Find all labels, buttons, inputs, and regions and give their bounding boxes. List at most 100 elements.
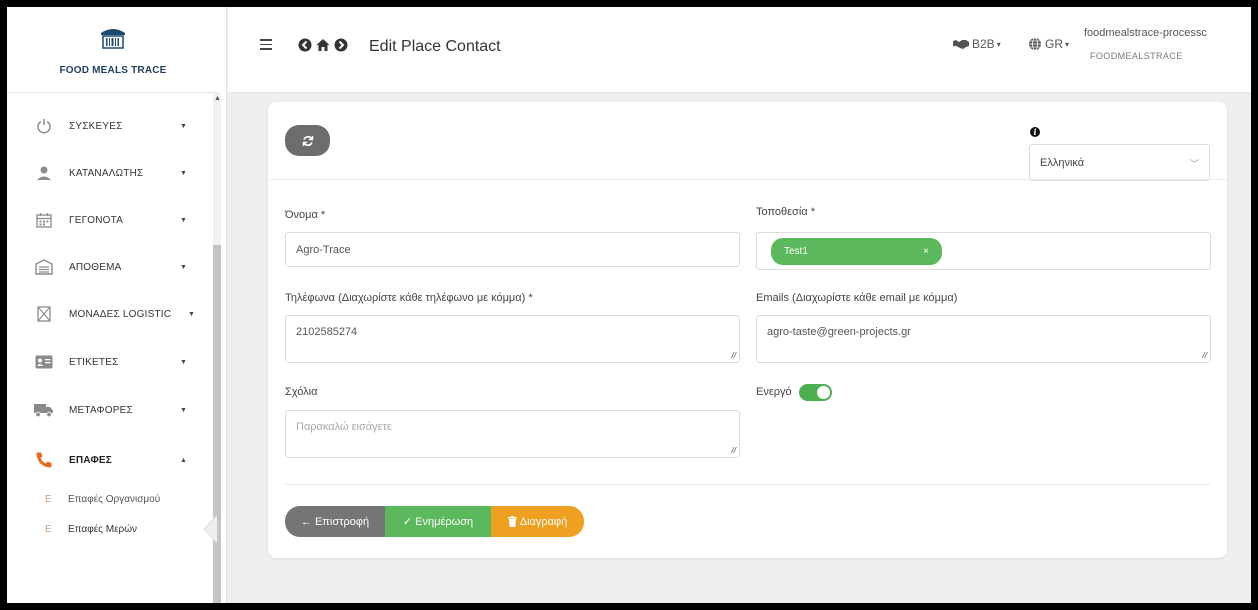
sidebar-item-contacts[interactable]: ΕΠΑΦΕΣ ▲	[7, 445, 207, 475]
resize-handle-icon[interactable]: //	[1203, 351, 1207, 360]
phone-icon	[34, 450, 54, 470]
menu-toggle-icon[interactable]	[260, 39, 272, 51]
warehouse-icon	[34, 257, 54, 277]
user-name[interactable]: foodmealstrace-processc	[1084, 27, 1251, 39]
info-icon[interactable]: i	[1030, 127, 1040, 137]
location-multiselect[interactable]: Test1 ×	[756, 232, 1211, 270]
sidebar-subitem-party-contacts[interactable]: E Επαφές Μερών	[7, 524, 207, 542]
sidebar-item-consumer[interactable]: ΚΑΤΑΝΑΛΩΤΗΣ ▼	[7, 158, 207, 188]
name-label: Όνομα *	[285, 209, 326, 221]
comments-field[interactable]: Παρακαλώ εισάγετε //	[285, 410, 740, 458]
sidebar-item-events[interactable]: ΓΕΓΟΝΟΤΑ ▼	[7, 205, 207, 235]
content-language-select[interactable]: Ελληνικά ﹀	[1029, 144, 1210, 181]
back-button[interactable]: ← Επιστροφή	[285, 506, 385, 537]
forward-arrow-icon[interactable]	[334, 38, 348, 52]
chevron-down-icon: ▼	[180, 122, 187, 130]
truck-icon	[34, 400, 54, 420]
active-indicator-notch	[203, 515, 217, 543]
action-buttons: ← Επιστροφή ✓ Ενημέρωση Διαγραφή	[285, 506, 584, 537]
location-tag: Test1 ×	[771, 238, 942, 265]
sidebar-item-logistic-units[interactable]: ΜΟΝΑΔΕΣ LOGISTIC ▼	[7, 299, 207, 329]
active-toggle[interactable]	[799, 384, 832, 401]
chevron-up-icon: ▲	[180, 456, 187, 464]
calendar-icon	[34, 210, 54, 230]
divider	[268, 179, 1227, 180]
comments-label: Σχόλια	[285, 386, 318, 398]
caret-down-icon: ▾	[1065, 39, 1070, 49]
sidebar: FOOD MEALS TRACE ▲ ΣΥΣΚΕΥΕΣ ▼ ΚΑΤΑΝΑΛΩΤΗ…	[7, 7, 227, 603]
trash-icon	[507, 516, 517, 527]
emails-field[interactable]: agro-taste@green-projects.gr //	[756, 315, 1211, 363]
resize-handle-icon[interactable]: //	[732, 351, 736, 360]
sidebar-item-label: ΜΟΝΑΔΕΣ LOGISTIC	[69, 308, 172, 320]
language-dropdown[interactable]: GR ▾	[1028, 37, 1069, 51]
comments-placeholder: Παρακαλώ εισάγετε	[296, 421, 392, 433]
delete-label: Διαγραφή	[519, 515, 568, 528]
globe-icon	[1029, 37, 1041, 51]
power-icon	[34, 116, 54, 136]
logo-icon	[101, 29, 125, 49]
user-organization: FOODMEALSTRACE	[1090, 51, 1183, 61]
active-label: Ενεργό	[756, 386, 792, 398]
chevron-down-icon: ﹀	[1189, 159, 1199, 169]
scroll-up-arrow-icon[interactable]: ▲	[214, 95, 221, 102]
sidebar-item-label: ΕΤΙΚΕΤΕΣ	[69, 356, 119, 368]
caret-down-icon: ▾	[996, 39, 1001, 49]
sidebar-item-label: ΑΠΟΘΕΜΑ	[69, 261, 122, 273]
subitem-label: Επαφές Μερών	[68, 524, 138, 535]
chevron-down-icon: ▼	[180, 406, 187, 414]
emails-label: Emails (Διαχωρίστε κάθε email με κόμμα)	[756, 292, 958, 304]
update-button[interactable]: ✓ Ενημέρωση	[385, 506, 491, 537]
id-card-icon	[34, 352, 54, 372]
refresh-icon	[302, 135, 313, 146]
content-language-value: Ελληνικά	[1040, 157, 1085, 169]
divider	[285, 484, 1210, 485]
remove-tag-icon[interactable]: ×	[923, 246, 929, 257]
resize-handle-icon[interactable]: //	[732, 446, 736, 455]
phones-label: Τηλέφωνα (Διαχωρίστε κάθε τηλέφωνο με κό…	[285, 292, 533, 304]
name-field[interactable]: Agro-Trace	[285, 232, 740, 267]
b2b-label: B2B	[972, 37, 995, 51]
delete-button[interactable]: Διαγραφή	[491, 506, 584, 537]
logo-text: FOOD MEALS TRACE	[59, 65, 167, 76]
phones-field[interactable]: 2102585274 //	[285, 315, 740, 363]
location-tag-label: Test1	[784, 246, 808, 257]
chevron-down-icon: ▼	[180, 169, 187, 177]
user-icon	[34, 163, 54, 183]
sidebar-item-devices[interactable]: ΣΥΣΚΕΥΕΣ ▼	[7, 111, 207, 141]
page-title: Edit Place Contact	[369, 38, 501, 55]
subitem-marker: E	[45, 524, 52, 535]
b2b-dropdown[interactable]: B2B ▾	[953, 37, 1001, 51]
subitem-label: Επαφές Οργανισμού	[68, 494, 161, 505]
sidebar-item-stock[interactable]: ΑΠΟΘΕΜΑ ▼	[7, 252, 207, 282]
location-label: Τοποθεσία *	[756, 206, 815, 218]
toggle-knob	[817, 386, 830, 399]
chevron-down-icon: ▼	[180, 216, 187, 224]
sidebar-item-label: ΚΑΤΑΝΑΛΩΤΗΣ	[69, 167, 144, 179]
sidebar-scroll-thumb[interactable]	[213, 245, 221, 603]
handshake-icon	[953, 40, 969, 49]
emails-value: agro-taste@green-projects.gr	[767, 326, 911, 338]
home-icon[interactable]	[316, 38, 330, 52]
sidebar-item-label: ΜΕΤΑΦΟΡΕΣ	[69, 404, 133, 416]
chevron-down-icon: ▼	[180, 263, 187, 271]
back-arrow-icon[interactable]	[298, 38, 312, 52]
box-icon	[34, 304, 54, 324]
sidebar-item-label: ΕΠΑΦΕΣ	[69, 454, 112, 466]
subitem-marker: E	[45, 494, 52, 505]
logo[interactable]: FOOD MEALS TRACE	[7, 7, 219, 93]
edit-contact-card: i Ελληνικά ﹀ Όνομα * Agro-Trace Τοποθεσί…	[268, 102, 1227, 558]
name-value: Agro-Trace	[296, 243, 351, 256]
chevron-down-icon: ▼	[188, 310, 195, 318]
sidebar-item-transports[interactable]: ΜΕΤΑΦΟΡΕΣ ▼	[7, 395, 207, 425]
language-label: GR	[1045, 37, 1063, 51]
app-window: FOOD MEALS TRACE ▲ ΣΥΣΚΕΥΕΣ ▼ ΚΑΤΑΝΑΛΩΤΗ…	[7, 7, 1251, 603]
sidebar-item-labels[interactable]: ΕΤΙΚΕΤΕΣ ▼	[7, 347, 207, 377]
sidebar-item-label: ΓΕΓΟΝΟΤΑ	[69, 214, 124, 226]
phones-value: 2102585274	[296, 326, 358, 338]
refresh-button[interactable]	[285, 125, 330, 156]
chevron-down-icon: ▼	[180, 358, 187, 366]
sidebar-subitem-org-contacts[interactable]: E Επαφές Οργανισμού	[7, 494, 207, 512]
top-bar: Edit Place Contact B2B ▾ GR ▾ foodmealst…	[228, 7, 1251, 93]
sidebar-item-label: ΣΥΣΚΕΥΕΣ	[69, 120, 123, 132]
